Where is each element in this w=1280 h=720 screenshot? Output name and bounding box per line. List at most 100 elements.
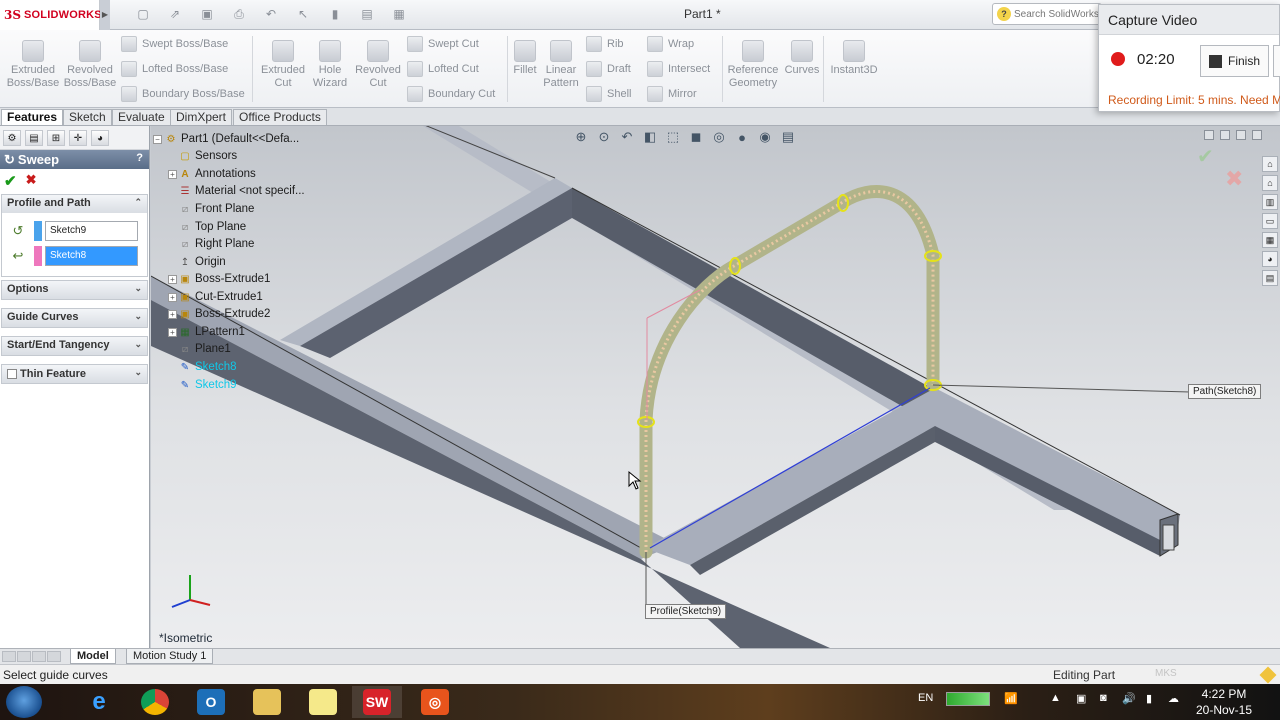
system-clock[interactable]: 4:22 PM 20-Nov-15 — [1196, 686, 1252, 718]
design-library-icon[interactable]: ▥ — [1262, 194, 1278, 210]
previous-view-icon[interactable]: ↶ — [617, 128, 637, 146]
tree-item-material[interactable]: ☰ Material <not specif... — [179, 185, 305, 197]
tree-item-sketch8[interactable]: ✎ Sketch8 — [179, 361, 237, 373]
view-palette-icon[interactable]: ▦ — [1262, 232, 1278, 248]
revolved-boss-button[interactable]: Revolved Boss/Base — [63, 40, 117, 90]
tree-item-annotations[interactable]: A Annotations — [179, 168, 255, 180]
mirror-button[interactable]: Mirror — [647, 86, 697, 102]
viewport-restore-icon[interactable] — [1236, 130, 1246, 140]
thin-feature-header[interactable]: Thin Feature ⌄ — [2, 365, 147, 383]
configuration-manager-icon[interactable]: ⊞ — [47, 130, 65, 146]
rebuild-icon[interactable]: ▮ — [322, 5, 348, 23]
tree-item-boss-extrude1[interactable]: ▣ Boss-Extrude1 — [179, 273, 270, 285]
thin-feature-checkbox[interactable] — [7, 369, 17, 379]
guide-curves-header[interactable]: Guide Curves ⌄ — [2, 309, 147, 327]
collapse-chevron-icon[interactable]: ⌃ — [134, 197, 142, 208]
tree-item-part1[interactable]: ⚙ Part1 (Default<<Defa... — [165, 133, 300, 145]
status-units[interactable]: MKS — [1155, 668, 1177, 679]
dimxpert-manager-icon[interactable]: ✛ — [69, 130, 87, 146]
network-meter-icon[interactable] — [946, 692, 990, 706]
lofted-boss-button[interactable]: Lofted Boss/Base — [121, 61, 228, 77]
boundary-cut-button[interactable]: Boundary Cut — [407, 86, 495, 102]
path-callout[interactable]: Path(Sketch8) — [1188, 384, 1262, 399]
section-view-icon[interactable]: ◧ — [640, 128, 660, 146]
zoom-to-fit-icon[interactable]: ⊕ — [571, 128, 591, 146]
profile-selection-box[interactable]: Sketch9 — [45, 221, 138, 241]
swept-boss-button[interactable]: Swept Boss/Base — [121, 36, 228, 52]
undo-icon[interactable]: ↶ — [258, 5, 284, 23]
tab-dimxpert[interactable]: DimXpert — [170, 109, 233, 125]
tree-item-right-plane[interactable]: ⧄ Right Plane — [179, 238, 255, 250]
capture-more-button[interactable] — [1273, 45, 1280, 77]
tree-expand-icon[interactable]: + — [168, 170, 177, 179]
new-document-icon[interactable]: ▢ — [130, 5, 156, 23]
revolved-cut-button[interactable]: Revolved Cut — [352, 40, 404, 90]
apply-scene-icon[interactable]: ◉ — [755, 128, 775, 146]
rib-button[interactable]: Rib — [586, 36, 624, 52]
print-icon[interactable]: ⎙ — [226, 5, 252, 23]
signal-icon[interactable]: ▮ — [1146, 692, 1152, 705]
taskbar-sticky-notes[interactable] — [298, 686, 348, 718]
confirmation-cancel-icon[interactable]: ✖ — [1225, 166, 1243, 192]
cancel-x-icon[interactable]: ✖ — [26, 172, 37, 188]
tree-item-cut-extrude1[interactable]: ▣ Cut-Extrude1 — [179, 291, 263, 303]
options-header[interactable]: Options ⌄ — [2, 281, 147, 299]
tab-evaluate[interactable]: Evaluate — [112, 109, 171, 125]
edit-appearance-icon[interactable]: ● — [732, 128, 752, 146]
finish-recording-button[interactable]: Finish — [1200, 45, 1269, 77]
confirmation-ok-icon[interactable]: ✔ — [1197, 144, 1214, 169]
instant3d-button[interactable]: Instant3D — [827, 40, 881, 77]
zoom-to-area-icon[interactable]: ⊙ — [594, 128, 614, 146]
display-manager-icon[interactable]: ◕ — [91, 130, 109, 146]
tab-motion-study-1[interactable]: Motion Study 1 — [126, 649, 214, 664]
select-icon[interactable]: ↖ — [290, 5, 316, 23]
tree-item-sketch9[interactable]: ✎ Sketch9 — [179, 379, 237, 391]
expand-chevron-icon[interactable]: ⌄ — [134, 311, 142, 322]
ok-check-icon[interactable]: ✔ — [4, 172, 17, 190]
network-icon[interactable]: 📶 — [1004, 692, 1018, 705]
taskbar-chrome[interactable] — [130, 686, 180, 718]
graphics-viewport[interactable]: − ⚙ Part1 (Default<<Defa... ▢ Sensors + AA… — [151, 126, 1280, 648]
tab-sketch[interactable]: Sketch — [63, 109, 112, 125]
expand-chevron-icon[interactable]: ⌄ — [134, 367, 142, 378]
file-properties-icon[interactable]: ▤ — [354, 5, 380, 23]
input-language[interactable]: EN — [918, 692, 933, 704]
help-icon[interactable]: ? — [136, 152, 143, 164]
save-icon[interactable]: ▣ — [194, 5, 220, 23]
prev-tab-icon[interactable] — [17, 651, 31, 662]
tree-item-front-plane[interactable]: ⧄ Front Plane — [179, 203, 255, 215]
first-tab-icon[interactable] — [2, 651, 16, 662]
tab-features[interactable]: Features — [1, 109, 64, 125]
rebuild-warning-icon[interactable] — [1259, 666, 1277, 684]
intersect-button[interactable]: Intersect — [647, 61, 710, 77]
menu-expand-arrow-icon[interactable]: ▶ — [100, 0, 110, 30]
reference-geometry-button[interactable]: Reference Geometry — [726, 40, 780, 90]
onedrive-icon[interactable]: ☁ — [1168, 692, 1179, 705]
tree-expand-icon[interactable]: + — [168, 328, 177, 337]
draft-button[interactable]: Draft — [586, 61, 631, 77]
tray-app-icon[interactable]: ▣ — [1076, 692, 1086, 705]
lofted-cut-button[interactable]: Lofted Cut — [407, 61, 479, 77]
taskbar-file-explorer[interactable] — [242, 686, 292, 718]
profile-and-path-header[interactable]: Profile and Path ⌃ — [2, 195, 147, 213]
tree-expand-icon[interactable]: + — [168, 293, 177, 302]
viewport-split-icon[interactable] — [1204, 130, 1214, 140]
search-box[interactable]: ? Search SolidWorks — [992, 3, 1102, 25]
view-settings-icon[interactable]: ▤ — [778, 128, 798, 146]
taskbar-outlook[interactable]: O — [186, 686, 236, 718]
profile-callout[interactable]: Profile(Sketch9) — [645, 604, 727, 619]
solidworks-resources-icon[interactable]: ⌂ — [1262, 156, 1278, 172]
property-manager-icon[interactable]: ▤ — [25, 130, 43, 146]
boundary-boss-button[interactable]: Boundary Boss/Base — [121, 86, 245, 102]
viewport-minimize-icon[interactable] — [1220, 130, 1230, 140]
tab-office-products[interactable]: Office Products — [233, 109, 327, 125]
windows-start-button[interactable] — [6, 686, 42, 718]
hide-show-items-icon[interactable]: ◎ — [709, 128, 729, 146]
extruded-cut-button[interactable]: Extruded Cut — [256, 40, 310, 90]
volume-icon[interactable]: 🔊 — [1122, 692, 1136, 705]
extruded-boss-button[interactable]: Extruded Boss/Base — [6, 40, 60, 90]
start-end-tangency-header[interactable]: Start/End Tangency ⌄ — [2, 337, 147, 355]
wrap-button[interactable]: Wrap — [647, 36, 694, 52]
expand-chevron-icon[interactable]: ⌄ — [134, 283, 142, 294]
taskbar-screen-recorder[interactable]: ◎ — [410, 686, 460, 718]
